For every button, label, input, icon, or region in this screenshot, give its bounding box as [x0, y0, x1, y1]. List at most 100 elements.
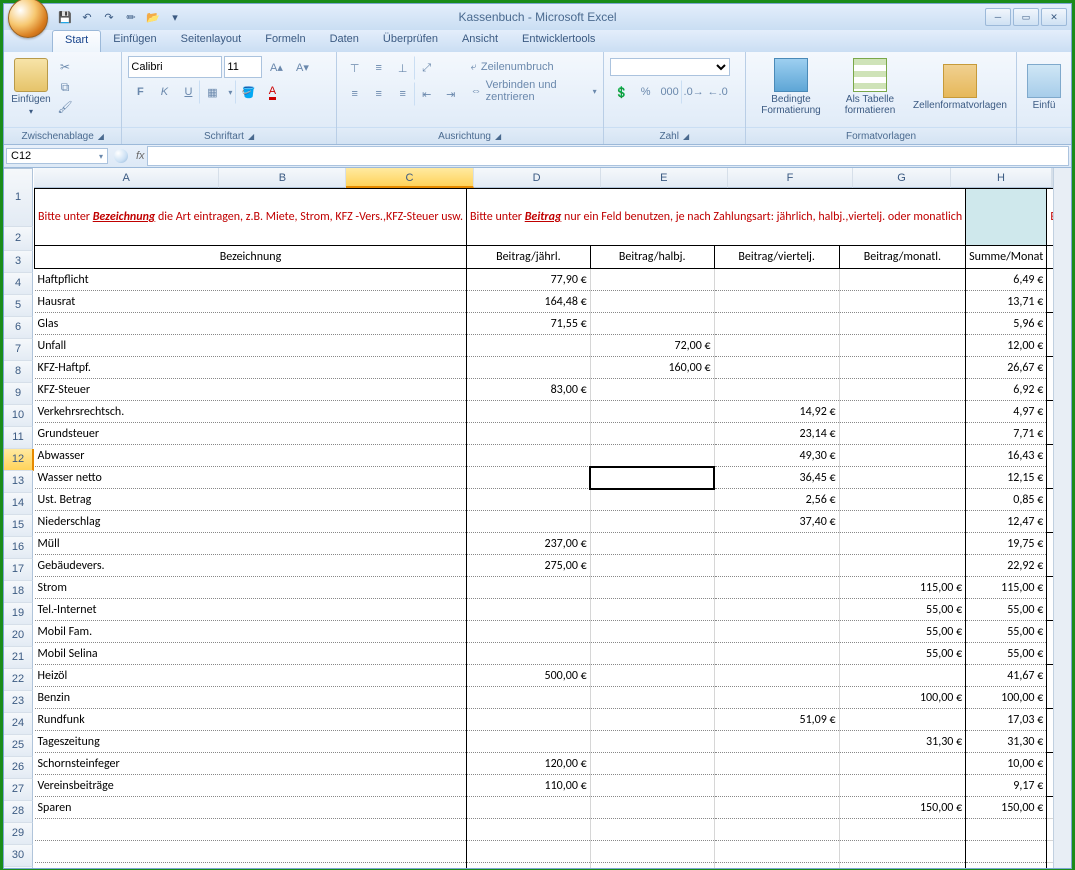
vertical-scrollbar[interactable] [1053, 168, 1071, 868]
cell-B27[interactable] [467, 797, 591, 819]
font-name-input[interactable] [128, 56, 222, 78]
cell-D5[interactable] [714, 313, 839, 335]
tab-einfuegen[interactable]: Einfügen [101, 30, 168, 52]
tab-start[interactable]: Start [52, 30, 101, 52]
cell-B26[interactable]: 110,00 € [467, 775, 591, 797]
qat-dropdown-icon[interactable]: ▾ [166, 8, 184, 26]
cell-C3[interactable] [590, 269, 714, 291]
undo-icon[interactable]: ↶ [78, 8, 96, 26]
cells[interactable]: Bitte unter Bezeichnung die Art eintrage… [34, 188, 1053, 868]
cell-B15[interactable]: 237,00 € [467, 533, 591, 555]
increase-indent-icon[interactable]: ⇥ [439, 82, 463, 106]
cell-D26[interactable] [714, 775, 839, 797]
cell-F29[interactable] [966, 841, 1047, 863]
percent-icon[interactable]: % [634, 80, 658, 104]
cell-E13[interactable] [839, 489, 966, 511]
fx-icon[interactable]: fx [136, 150, 145, 162]
cell-E17[interactable]: 115,00 € [839, 577, 966, 599]
cell-C14[interactable] [590, 511, 714, 533]
row-header-15[interactable]: 15 [4, 515, 33, 537]
cell-C21[interactable] [590, 665, 714, 687]
cell-B16[interactable]: 275,00 € [467, 555, 591, 577]
cell-B23[interactable] [467, 709, 591, 731]
cell-B5[interactable]: 71,55 € [467, 313, 591, 335]
row-header-20[interactable]: 20 [4, 625, 33, 647]
cell-E27[interactable]: 150,00 € [839, 797, 966, 819]
cell-E23[interactable] [839, 709, 966, 731]
cell-A22[interactable]: Benzin [35, 687, 467, 709]
cell-F5[interactable]: 5,96 € [966, 313, 1047, 335]
cell-C17[interactable] [590, 577, 714, 599]
cell-C25[interactable] [590, 753, 714, 775]
cell-F27[interactable]: 150,00 € [966, 797, 1047, 819]
cell-B24[interactable] [467, 731, 591, 753]
cell-A10[interactable]: Grundsteuer [35, 423, 467, 445]
row-header-13[interactable]: 13 [4, 471, 33, 493]
cell-F7[interactable]: 26,67 € [966, 357, 1047, 379]
border-dropdown-icon[interactable]: ▾ [224, 80, 236, 104]
cell-B4[interactable]: 164,48 € [467, 291, 591, 313]
col-header-A[interactable]: A [34, 168, 219, 188]
row-header-17[interactable]: 17 [4, 559, 33, 581]
cell-E7[interactable] [839, 357, 966, 379]
cell-E9[interactable] [839, 401, 966, 423]
row-header-6[interactable]: 6 [4, 317, 33, 339]
cell-C7[interactable]: 160,00 € [590, 357, 714, 379]
row-header-26[interactable]: 26 [4, 757, 33, 779]
cell-E14[interactable] [839, 511, 966, 533]
cell-E4[interactable] [839, 291, 966, 313]
cell-E25[interactable] [839, 753, 966, 775]
cell-B3[interactable]: 77,90 € [467, 269, 591, 291]
cell-D19[interactable] [714, 621, 839, 643]
cell-F12[interactable]: 12,15 € [966, 467, 1047, 489]
cell-D20[interactable] [714, 643, 839, 665]
cell-C4[interactable] [590, 291, 714, 313]
cell-A5[interactable]: Glas [35, 313, 467, 335]
cell-F28[interactable] [966, 819, 1047, 841]
cell-B25[interactable]: 120,00 € [467, 753, 591, 775]
row-header-19[interactable]: 19 [4, 603, 33, 625]
save-icon[interactable]: 💾 [56, 8, 74, 26]
cell-B13[interactable] [467, 489, 591, 511]
cell-C19[interactable] [590, 621, 714, 643]
cell-C16[interactable] [590, 555, 714, 577]
cell-F3[interactable]: 6,49 € [966, 269, 1047, 291]
row-header-24[interactable]: 24 [4, 713, 33, 735]
format-painter-icon[interactable]: 🖌 [56, 98, 74, 116]
cell-D11[interactable]: 49,30 € [714, 445, 839, 467]
worksheet-grid[interactable]: 1234567891011121314151617181920212223242… [4, 168, 1071, 868]
cell-C23[interactable] [590, 709, 714, 731]
cell-F26[interactable]: 9,17 € [966, 775, 1047, 797]
cell-E24[interactable]: 31,30 € [839, 731, 966, 753]
cell-D21[interactable] [714, 665, 839, 687]
underline-button[interactable]: U [176, 80, 200, 104]
col-header-H[interactable]: H [951, 168, 1052, 188]
font-size-input[interactable] [224, 56, 262, 78]
cell-B8[interactable]: 83,00 € [467, 379, 591, 401]
shrink-font-icon[interactable]: A▾ [290, 55, 314, 79]
cell-E8[interactable] [839, 379, 966, 401]
row-header-2[interactable]: 2 [4, 227, 33, 251]
row-header-23[interactable]: 23 [4, 691, 33, 713]
comma-icon[interactable]: 000 [658, 80, 682, 104]
cell-B6[interactable] [467, 335, 591, 357]
cell-C10[interactable] [590, 423, 714, 445]
cell-C29[interactable] [590, 841, 714, 863]
cell-D12[interactable]: 36,45 € [714, 467, 839, 489]
cell-D27[interactable] [714, 797, 839, 819]
cell-A20[interactable]: Mobil Selina [35, 643, 467, 665]
row-header-11[interactable]: 11 [4, 427, 33, 449]
row-header-25[interactable]: 25 [4, 735, 33, 757]
cell-A13[interactable]: Ust. Betrag [35, 489, 467, 511]
cell-F4[interactable]: 13,71 € [966, 291, 1047, 313]
cell-C24[interactable] [590, 731, 714, 753]
col-header-D[interactable]: D [474, 168, 601, 188]
cell-B19[interactable] [467, 621, 591, 643]
decrease-indent-icon[interactable]: ⇤ [415, 82, 439, 106]
cell-D28[interactable] [714, 819, 839, 841]
cell-A16[interactable]: Gebäudevers. [35, 555, 467, 577]
cell-B10[interactable] [467, 423, 591, 445]
maximize-button[interactable]: ▭ [1013, 8, 1039, 26]
cell-B12[interactable] [467, 467, 591, 489]
cell-F15[interactable]: 19,75 € [966, 533, 1047, 555]
